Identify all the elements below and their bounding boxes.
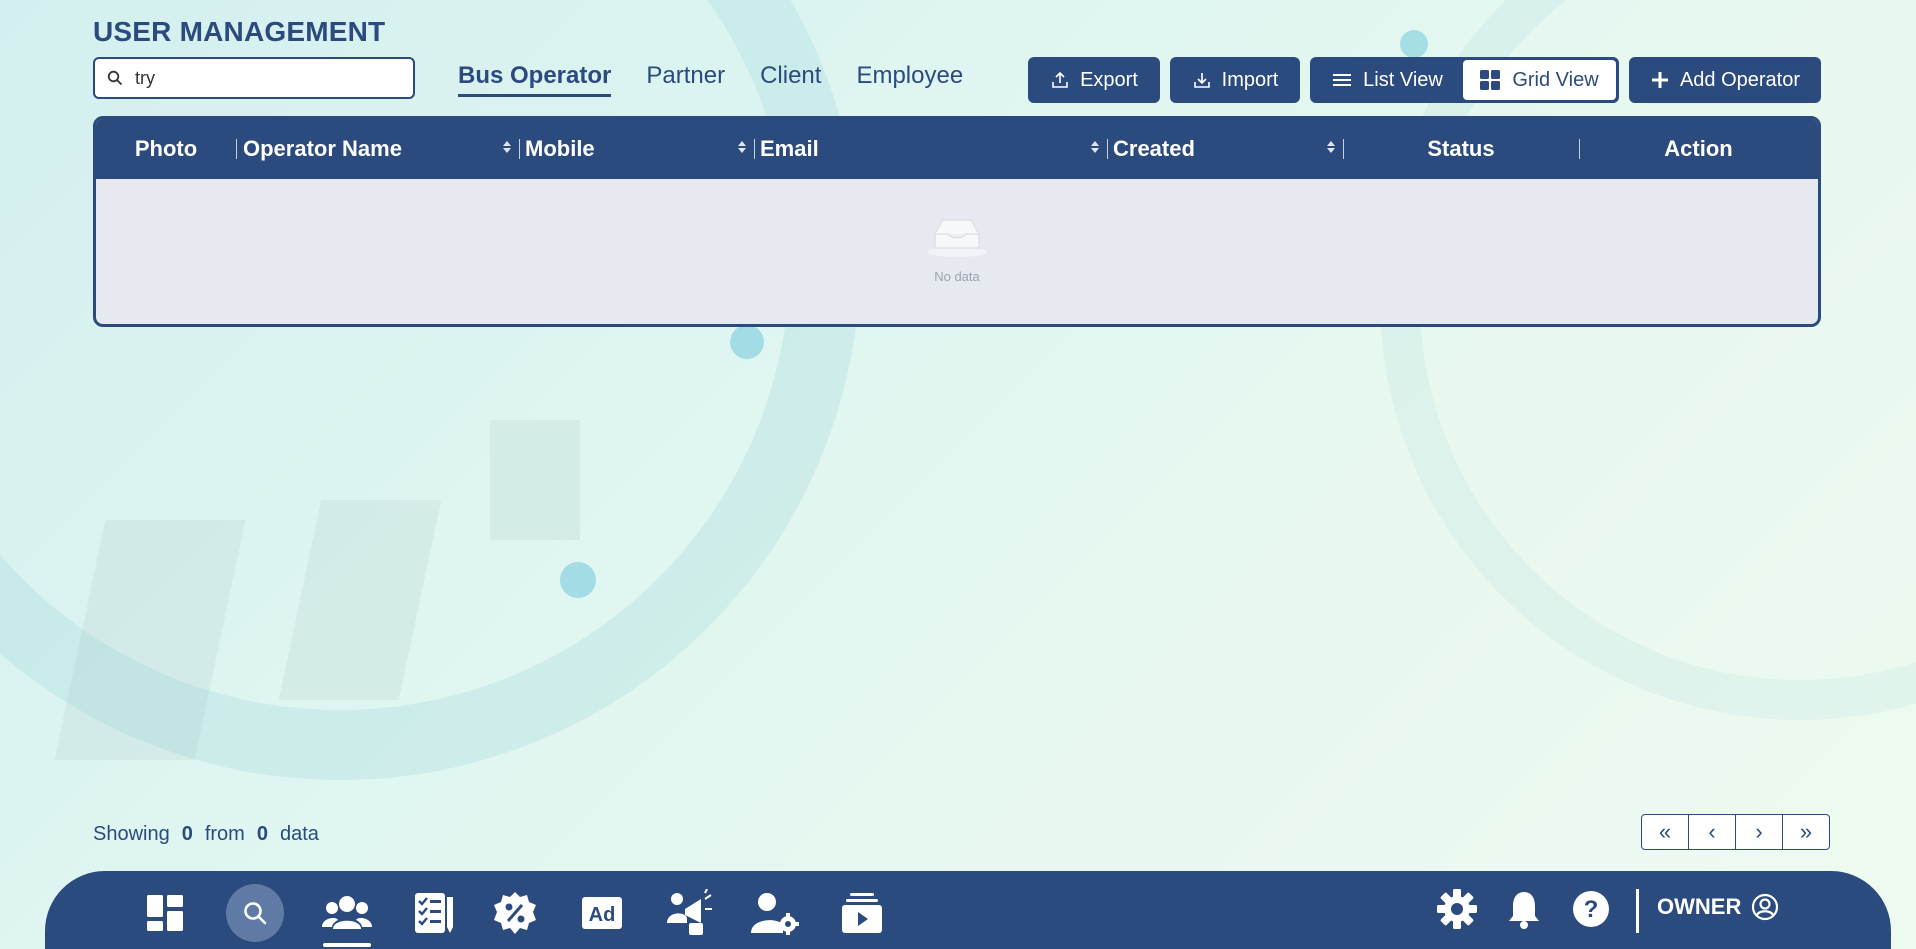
dashboard-icon[interactable] [139,887,191,939]
from-label: from [204,823,245,845]
bottom-navigation: Ad ? OWNER [45,871,1891,949]
svg-text:Ad: Ad [589,904,616,926]
user-label: OWNER [1657,894,1742,919]
users-icon[interactable] [321,887,373,947]
empty-inbox-icon [925,214,989,263]
column-label: Status [1427,136,1495,161]
page-title: USER MANAGEMENT [93,16,386,47]
promotion-icon[interactable] [663,887,715,939]
data-label: data [279,823,319,845]
user-type-tabs: Bus Operator Partner Client Employee [458,62,998,97]
column-label: Mobile [525,136,595,161]
export-button[interactable]: Export [1028,57,1160,103]
column-mobile[interactable]: Mobile [519,119,754,179]
gear-icon[interactable] [1433,885,1481,933]
empty-text: No data [934,268,980,284]
search-icon [107,70,123,86]
discount-icon[interactable] [489,887,541,939]
column-operator-name[interactable]: Operator Name [236,119,519,179]
svg-text:?: ? [1584,896,1599,923]
column-status: Status [1343,119,1579,179]
column-email[interactable]: Email [754,119,1107,179]
grid-view-button[interactable]: Grid View [1463,60,1616,100]
column-created[interactable]: Created [1107,119,1343,179]
sort-icon[interactable] [503,141,511,153]
plus-icon [1650,70,1670,90]
help-icon[interactable]: ? [1567,885,1615,933]
checklist-icon[interactable] [407,887,459,939]
bell-icon[interactable] [1500,885,1548,933]
user-circle-icon [1751,893,1779,921]
operators-table: Photo Operator Name Mobile Email Created… [93,116,1821,327]
import-button[interactable]: Import [1170,57,1300,103]
upload-icon [1050,70,1070,90]
search-icon[interactable] [226,884,284,942]
total-count: 0 [256,823,268,845]
table-header: Photo Operator Name Mobile Email Created… [96,119,1818,179]
list-view-button[interactable]: List View [1313,60,1463,100]
tab-client[interactable]: Client [760,62,821,94]
user-settings-icon[interactable] [749,887,801,939]
pagination: « ‹ › » [1641,814,1830,850]
column-label: Created [1113,136,1195,161]
search-input[interactable] [133,66,397,90]
sort-icon[interactable] [738,141,746,153]
empty-state: No data [96,179,1818,324]
showing-label: Showing [93,823,170,845]
prev-page-button[interactable]: ‹ [1688,814,1736,850]
import-label: Import [1221,68,1279,91]
tab-employee[interactable]: Employee [856,62,963,94]
view-toggle: List View Grid View [1310,57,1619,103]
column-label: Photo [134,136,198,161]
column-photo: Photo [96,119,236,179]
grid-icon [1480,70,1501,90]
sort-icon[interactable] [1327,141,1335,153]
next-page-button[interactable]: › [1735,814,1783,850]
add-operator-label: Add Operator [1679,68,1801,91]
user-menu[interactable]: OWNER [1657,893,1779,921]
sort-icon[interactable] [1091,141,1099,153]
list-icon [1333,72,1352,88]
export-label: Export [1080,68,1138,91]
last-page-button[interactable]: » [1782,814,1830,850]
ad-icon[interactable]: Ad [576,887,628,939]
column-label: Action [1664,136,1733,161]
column-action: Action [1579,119,1818,179]
column-label: Operator Name [243,136,402,161]
showing-summary: Showing 0 from 0 data [93,823,319,846]
list-view-label: List View [1363,68,1443,91]
media-icon[interactable] [836,887,888,939]
search-box[interactable] [93,57,415,99]
shown-count: 0 [181,823,193,845]
download-icon [1192,70,1212,90]
grid-view-label: Grid View [1512,68,1599,91]
column-label: Email [760,136,819,161]
nav-divider [1636,889,1639,933]
tab-bus-operator[interactable]: Bus Operator [458,62,612,97]
tab-partner[interactable]: Partner [646,62,725,94]
add-operator-button[interactable]: Add Operator [1629,57,1821,103]
first-page-button[interactable]: « [1641,814,1689,850]
